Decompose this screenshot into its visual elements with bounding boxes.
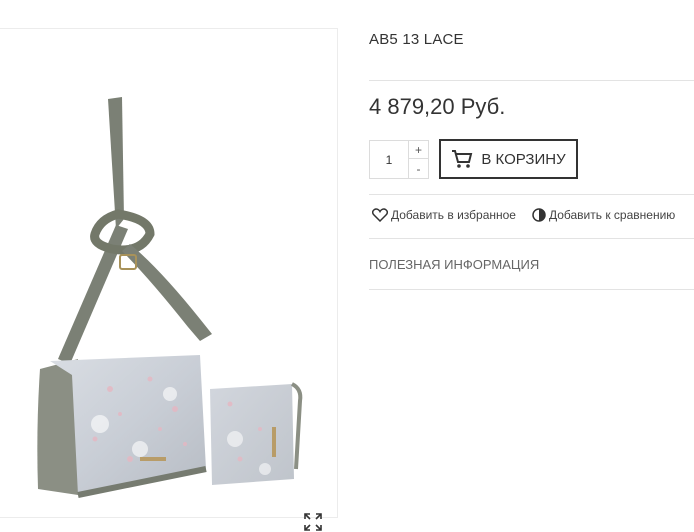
product-actions: Добавить в избранное Добавить к сравнени… xyxy=(372,208,675,222)
quantity-stepper: + - xyxy=(369,140,429,179)
add-to-compare-link[interactable]: Добавить к сравнению xyxy=(532,208,675,222)
quantity-decrease-button[interactable]: - xyxy=(408,159,428,178)
half-circle-icon xyxy=(532,208,546,222)
useful-info-tab[interactable]: ПОЛЕЗНАЯ ИНФОРМАЦИЯ xyxy=(369,257,539,272)
divider xyxy=(369,238,694,239)
quantity-increase-button[interactable]: + xyxy=(408,141,428,159)
quantity-input[interactable] xyxy=(370,141,408,178)
cart-icon xyxy=(452,150,473,168)
divider xyxy=(369,289,694,290)
product-image[interactable] xyxy=(0,29,338,519)
divider xyxy=(369,80,694,81)
product-price: 4 879,20 Руб. xyxy=(369,94,506,119)
expand-icon[interactable] xyxy=(303,512,323,532)
product-gallery xyxy=(0,28,338,531)
divider xyxy=(369,194,694,195)
add-to-cart-button[interactable]: В КОРЗИНУ xyxy=(439,139,578,179)
add-to-cart-label: В КОРЗИНУ xyxy=(481,150,566,168)
heart-icon xyxy=(372,208,388,222)
add-to-favorites-link[interactable]: Добавить в избранное xyxy=(372,208,516,222)
product-title: AB5 13 LACE xyxy=(369,31,464,48)
add-to-compare-label: Добавить к сравнению xyxy=(548,208,676,222)
add-to-favorites-label: Добавить в избранное xyxy=(391,208,516,222)
